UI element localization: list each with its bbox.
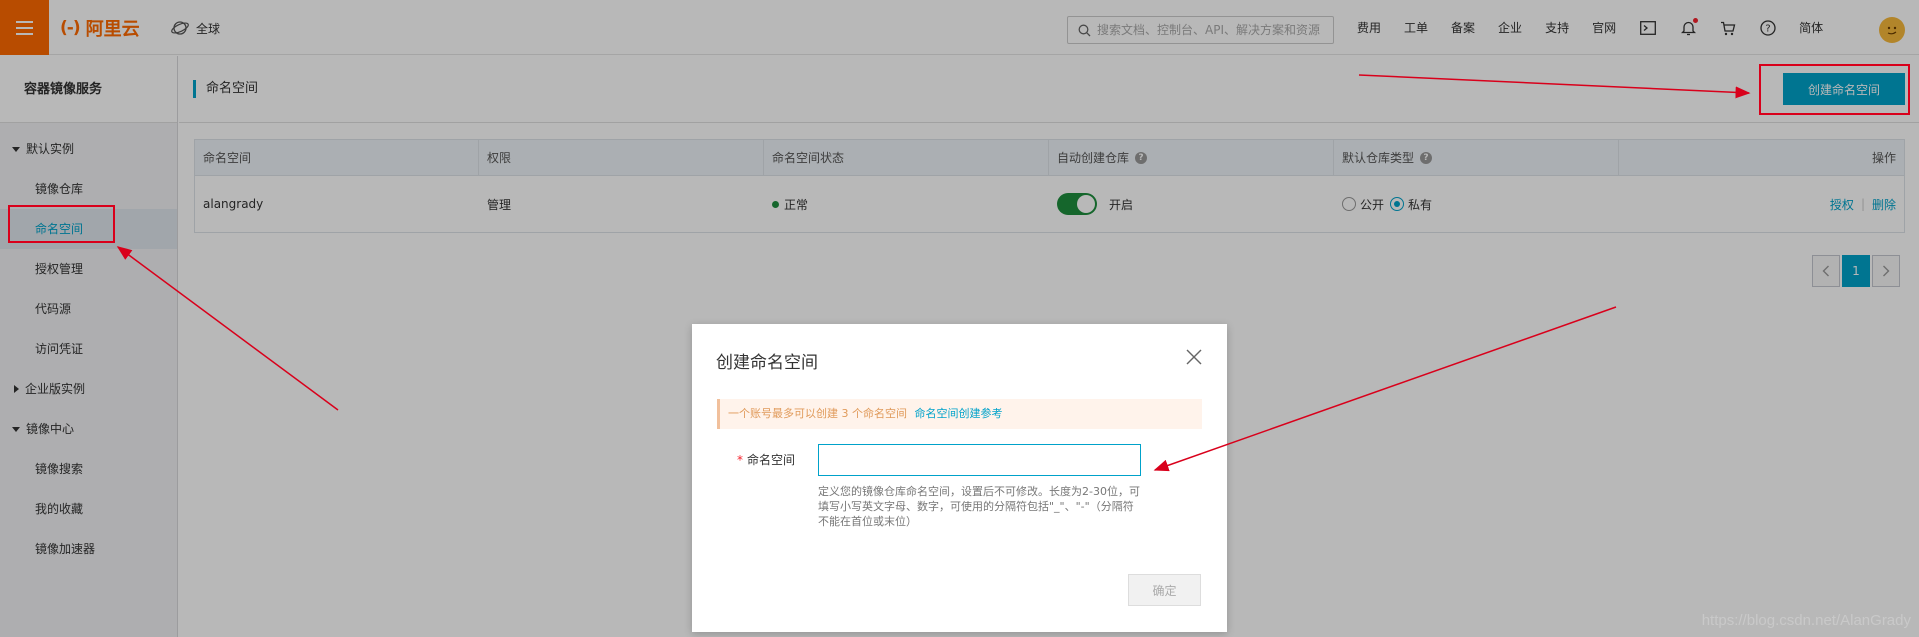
close-icon[interactable]: [1185, 348, 1203, 366]
watermark: https://blog.csdn.net/AlanGrady: [1701, 612, 1911, 629]
create-namespace-dialog: 创建命名空间 一个账号最多可以创建 3 个命名空间 命名空间创建参考 * 命名空间…: [692, 324, 1227, 632]
notice-link[interactable]: 命名空间创建参考: [915, 407, 1003, 420]
confirm-button[interactable]: 确定: [1128, 574, 1201, 606]
namespace-field-label: * 命名空间: [737, 453, 796, 467]
annotation-box-sidebar: [8, 205, 115, 243]
namespace-hint: 定义您的镜像仓库命名空间，设置后不可修改。长度为2-30位，可填写小写英文字母、…: [818, 485, 1140, 528]
dialog-title: 创建命名空间: [716, 353, 818, 373]
notice-text: 一个账号最多可以创建 3 个命名空间: [728, 407, 907, 420]
annotation-box-create: [1759, 64, 1910, 115]
required-mark: *: [737, 453, 743, 467]
notice-banner: 一个账号最多可以创建 3 个命名空间 命名空间创建参考: [717, 399, 1202, 429]
namespace-input[interactable]: [818, 444, 1141, 476]
